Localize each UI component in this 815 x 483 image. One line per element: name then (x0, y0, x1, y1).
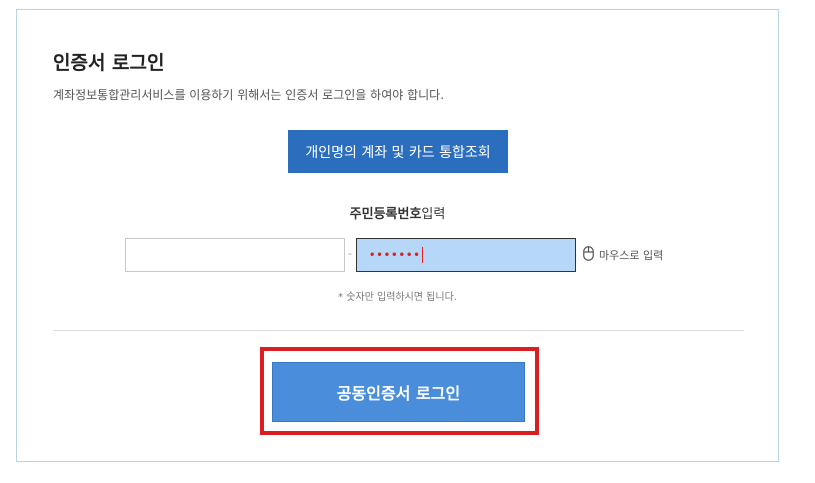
ssn-back-masked-value: ••••••• (369, 249, 421, 261)
ssn-label-bold: 주민등록번호 (349, 207, 422, 222)
certificate-login-panel: 인증서 로그인 계좌정보통합관리서비스를 이용하기 위해서는 인증서 로그인을 … (16, 9, 779, 462)
ssn-label: 주민등록번호입력 (17, 203, 778, 222)
divider (53, 330, 744, 331)
login-description: 계좌정보통합관리서비스를 이용하기 위해서는 인증서 로그인을 하여야 합니다. (53, 88, 445, 102)
ssn-back-input[interactable]: ••••••• (356, 238, 576, 272)
certificate-login-button[interactable]: 공동인증서 로그인 (272, 362, 525, 422)
mouse-input-label: 마우스로 입력 (599, 249, 664, 262)
ssn-front-input[interactable] (125, 238, 345, 272)
integrated-inquiry-button[interactable]: 개인명의 계좌 및 카드 통합조회 (288, 130, 508, 173)
page-title: 인증서 로그인 (53, 52, 165, 74)
ssn-separator: - (348, 247, 352, 260)
mouse-icon (583, 246, 599, 264)
mouse-input-button[interactable]: 마우스로 입력 (583, 246, 663, 264)
text-cursor (421, 247, 423, 263)
ssn-label-rest: 입력 (421, 207, 446, 222)
numbers-only-hint: * 숫자만 입력하시면 됩니다. (338, 292, 457, 303)
